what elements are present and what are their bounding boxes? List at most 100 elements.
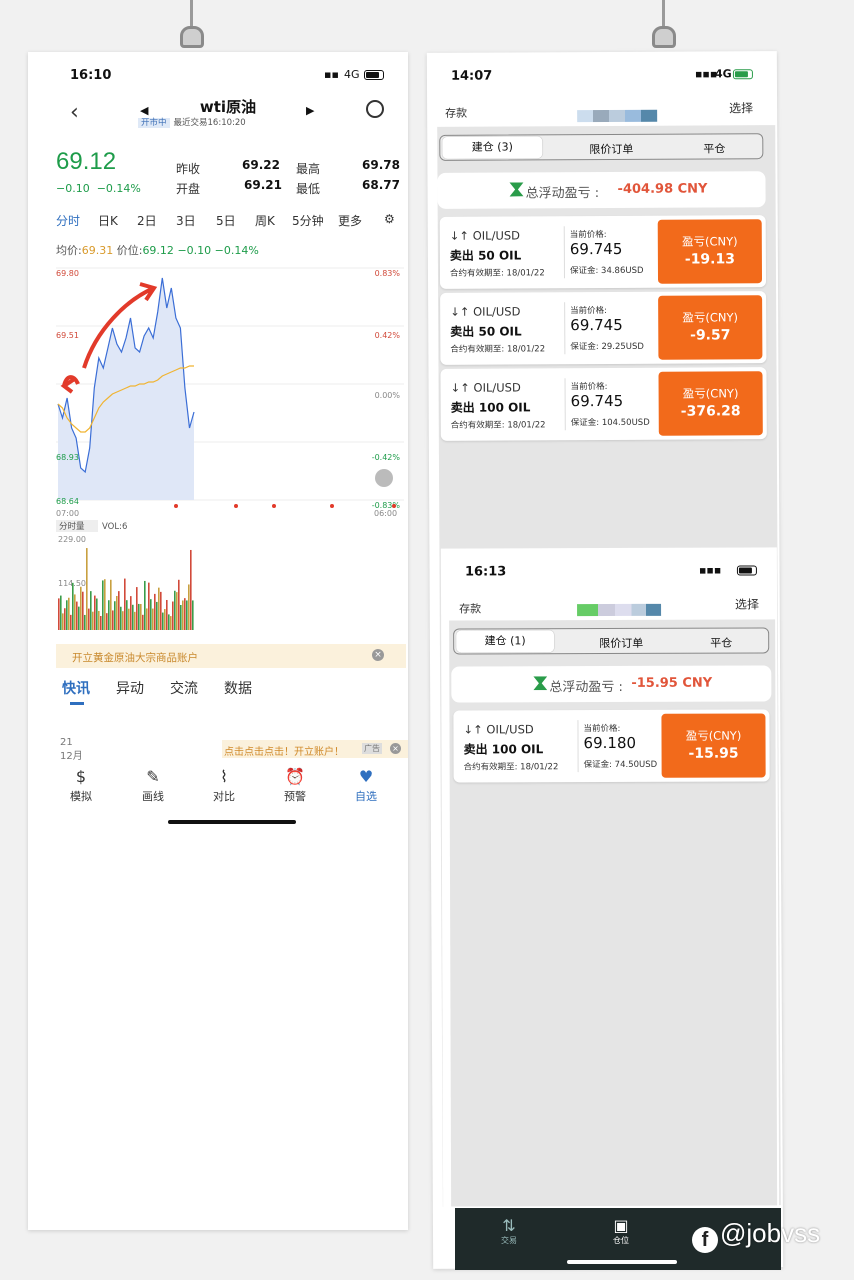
tab-3day[interactable]: 3日 xyxy=(176,212,196,229)
nav-draw-label: 画线 xyxy=(142,790,164,803)
select-button[interactable]: 选择 xyxy=(729,99,753,116)
price-value: 69.12 xyxy=(142,244,174,257)
volume-bar xyxy=(188,584,190,630)
volume-bar xyxy=(138,603,140,630)
volume-bar xyxy=(80,586,82,630)
y-tick-right: -0.42% xyxy=(372,453,401,462)
heart-icon: ♥ xyxy=(358,767,374,786)
position-card[interactable]: ↓↑ OIL/USD 卖出 100 OIL 合约有效期至: 18/01/22 当… xyxy=(453,709,770,783)
intraday-chart[interactable]: 69.80 69.51 68.93 68.64 0.83% 0.42% 0.00% -0.4… xyxy=(56,260,404,518)
tab-2day[interactable]: 2日 xyxy=(137,212,157,229)
total-label: 总浮动盈亏 : xyxy=(525,186,600,202)
current-price: 69.180 xyxy=(583,733,637,753)
status-bar: 16:10 ▪▪ 4G xyxy=(28,52,408,92)
volume-bar xyxy=(110,579,112,630)
segment-open[interactable]: 建仓 (3) xyxy=(442,136,543,159)
position-card[interactable]: ↓↑ OIL/USD 卖出 50 OIL 合约有效期至: 18/01/22 当前… xyxy=(439,215,767,289)
open-account-banner[interactable]: 开立黄金原油大宗商品账户 × xyxy=(56,644,406,668)
volume-bar xyxy=(148,582,150,630)
watermark: f @jobvss xyxy=(692,1218,820,1253)
battery-icon xyxy=(732,69,753,80)
battery-icon xyxy=(736,565,757,576)
volume-bar xyxy=(142,614,144,630)
tab-discussion[interactable]: 交流 xyxy=(170,678,198,698)
position-card[interactable]: ↓↑ OIL/USD 卖出 50 OIL 合约有效期至: 18/01/22 当前… xyxy=(440,291,767,365)
volume-bar xyxy=(190,549,192,630)
divider xyxy=(564,302,566,355)
margin: 保证金: 74.50USD xyxy=(583,759,658,771)
total-value: -15.95 CNY xyxy=(631,675,713,691)
segment-close[interactable]: 平仓 xyxy=(666,140,762,157)
prev-close-value: 69.22 xyxy=(242,158,280,172)
volume-svg: 分时量 VOL:6 229.00 114.50 xyxy=(56,518,404,634)
tab-data[interactable]: 数据 xyxy=(224,678,252,698)
date-month: 12月 xyxy=(60,751,83,762)
nav-compare[interactable]: ⌇ 对比 xyxy=(199,766,249,804)
current-price-label: 当前价格: xyxy=(583,723,621,735)
tab-daily[interactable]: 日K xyxy=(98,212,118,229)
refresh-icon[interactable] xyxy=(366,100,384,118)
nav-alert[interactable]: ⏰ 预警 xyxy=(270,766,320,804)
current-price-label: 当前价格: xyxy=(570,305,608,317)
low-value: 68.77 xyxy=(362,178,400,192)
nav-watchlist[interactable]: ♥ 自选 xyxy=(341,766,391,804)
tab-more[interactable]: 更多 xyxy=(338,212,362,229)
close-icon[interactable]: × xyxy=(390,743,401,754)
total-floating-pl: 总浮动盈亏 : -15.95 CNY xyxy=(451,665,772,703)
segment-limit[interactable]: 限价订单 xyxy=(566,635,676,651)
tab-5min[interactable]: 5分钟 xyxy=(292,212,324,229)
select-button[interactable]: 选择 xyxy=(735,595,759,612)
volume-chart: 分时量 VOL:6 229.00 114.50 xyxy=(56,518,404,634)
deposit-link[interactable]: 存款 xyxy=(459,600,481,616)
x-tick-end: 06:00 xyxy=(374,509,397,518)
y-tick-left: 68.93 xyxy=(56,453,79,462)
current-price: 69.745 xyxy=(570,391,624,411)
volume-bar xyxy=(186,600,188,630)
position-card[interactable]: ↓↑ OIL/USD 卖出 100 OIL 合约有效期至: 18/01/22 当… xyxy=(440,367,767,441)
back-icon[interactable]: ‹ xyxy=(70,100,79,125)
volume-bar xyxy=(174,590,176,630)
deposit-link[interactable]: 存款 xyxy=(445,105,467,121)
close-icon[interactable]: × xyxy=(372,649,384,661)
positions-screen-2: 16:13 ▪▪▪ 存款 选择 建仓 (1) 限价订单 平仓 总浮动盈亏 : -… xyxy=(440,547,780,1209)
prev-close-label: 昨收 xyxy=(176,162,201,176)
banner-text: 开立黄金原油大宗商品账户 xyxy=(72,652,198,664)
volume-bar xyxy=(84,614,86,630)
total-label: 总浮动盈亏 : xyxy=(549,679,623,696)
tab-5day[interactable]: 5日 xyxy=(216,212,236,229)
x-tick-start: 07:00 xyxy=(56,509,79,518)
tab-weekly[interactable]: 周K xyxy=(255,212,275,229)
volume-bar xyxy=(70,614,72,630)
tab-flash-news[interactable]: 快讯 xyxy=(62,678,90,698)
position-side: 卖出 100 OIL xyxy=(450,400,531,415)
volume-bar xyxy=(118,591,120,630)
draw-tool-icon[interactable] xyxy=(375,469,393,487)
tab-movers[interactable]: 异动 xyxy=(116,678,144,698)
tab-intraday[interactable]: 分时 xyxy=(56,212,80,229)
pl-label: 盈亏(CNY) xyxy=(685,728,742,743)
vol-label: VOL:6 xyxy=(102,522,127,532)
volume-bar xyxy=(128,608,130,630)
nav-draw[interactable]: ✎ 画线 xyxy=(128,766,178,804)
market-open-badge: 开市中 xyxy=(138,118,170,128)
volume-bar xyxy=(86,548,88,630)
segment-limit[interactable]: 限价订单 xyxy=(556,141,666,158)
trade-status: 开市中 最近交易16:10:20 xyxy=(138,116,338,128)
tab-trade[interactable]: ⇅ 交易 xyxy=(489,1216,529,1246)
segment-close[interactable]: 平仓 xyxy=(676,634,766,650)
settings-gear-icon[interactable]: ⚙ xyxy=(384,212,395,226)
nav-simulate[interactable]: $ 模拟 xyxy=(56,766,106,804)
pl-value: -19.13 xyxy=(684,251,735,268)
divider xyxy=(563,226,566,279)
margin: 保证金: 29.25USD xyxy=(570,341,644,353)
volume-bar xyxy=(108,600,110,630)
segment-open[interactable]: 建仓 (1) xyxy=(456,630,555,653)
ad-banner[interactable]: 点击点击点击！开立账户！ 广告 × xyxy=(222,740,408,758)
tab-positions[interactable]: ▣ 仓位 xyxy=(601,1216,641,1246)
margin: 保证金: 34.86USD xyxy=(569,265,644,277)
position-side: 卖出 50 OIL xyxy=(450,324,522,339)
volume-bar xyxy=(176,592,178,630)
volume-bar xyxy=(62,613,64,630)
volume-bar xyxy=(192,600,194,630)
volume-bar xyxy=(154,593,156,630)
